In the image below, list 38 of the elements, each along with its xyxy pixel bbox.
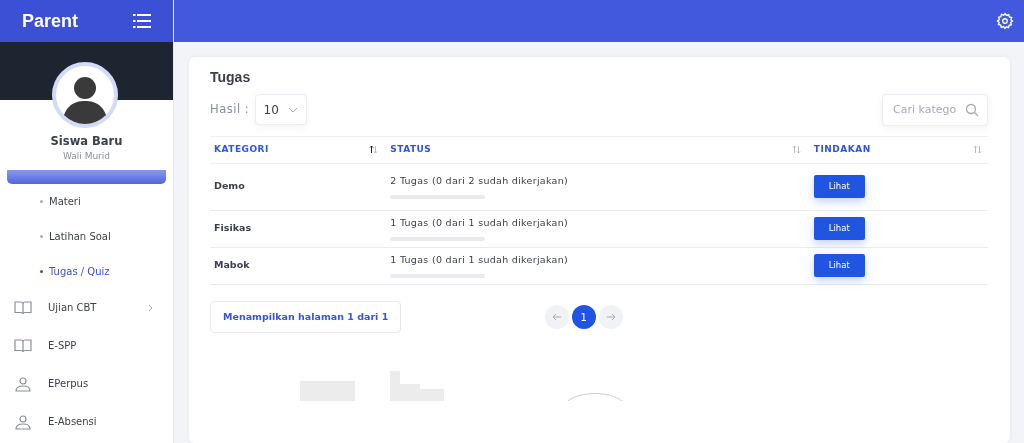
column-header[interactable]: KATEGORI	[214, 142, 269, 157]
active-menu-bar[interactable]	[7, 169, 166, 184]
page-button[interactable]: 1	[571, 305, 596, 330]
sidebar-item[interactable]: E-Absensi	[0, 402, 173, 441]
table-cell: Demo	[214, 180, 245, 192]
submenu-item[interactable]: Latihan Soal	[0, 218, 111, 254]
submenu-item[interactable]: Materi	[0, 183, 81, 219]
status-text: 2 Tugas (0 dari 2 sudah dikerjakan)	[390, 174, 569, 189]
search-icon	[965, 102, 979, 117]
status-text: 1 Tugas (0 dari 1 sudah dikerjakan)	[390, 253, 569, 268]
user-icon	[14, 375, 32, 392]
menu-icon[interactable]	[133, 14, 151, 28]
sidebar-item[interactable]: Ujian CBT	[0, 288, 148, 327]
view-button[interactable]: Lihat	[813, 254, 865, 277]
column-header[interactable]: TINDAKAN	[813, 142, 871, 157]
status-text: 1 Tugas (0 dari 1 sudah dikerjakan)	[390, 216, 569, 231]
page-size-select[interactable]: 10	[254, 94, 307, 125]
submenu-item[interactable]: Tugas / Quiz	[0, 253, 110, 289]
page-info-label: Menampilkan halaman 1 dari 1	[210, 301, 402, 334]
book-icon	[14, 299, 32, 316]
page-size-label: Hasil :	[210, 100, 250, 118]
profile-name: Siswa Baru	[49, 133, 124, 150]
book-icon	[14, 337, 32, 354]
view-button[interactable]: Lihat	[813, 175, 865, 198]
sort-icon[interactable]	[368, 145, 378, 154]
sidebar-item[interactable]: EPerpus	[0, 364, 173, 403]
user-icon	[14, 413, 32, 430]
view-button[interactable]: Lihat	[813, 217, 865, 240]
search-field[interactable]: Cari katego	[882, 93, 988, 126]
card-title: Tugas	[210, 68, 252, 87]
caret-icon	[287, 106, 298, 113]
profile-role: Wali Murid	[61, 150, 112, 164]
table-cell: Mabok	[214, 259, 250, 271]
table-cell: Fisikas	[214, 222, 252, 234]
settings-icon[interactable]	[996, 12, 1014, 30]
sidebar-item[interactable]: E-SPP	[0, 326, 173, 365]
brand-title: Parent	[22, 9, 79, 33]
column-header[interactable]: STATUS	[390, 142, 432, 157]
